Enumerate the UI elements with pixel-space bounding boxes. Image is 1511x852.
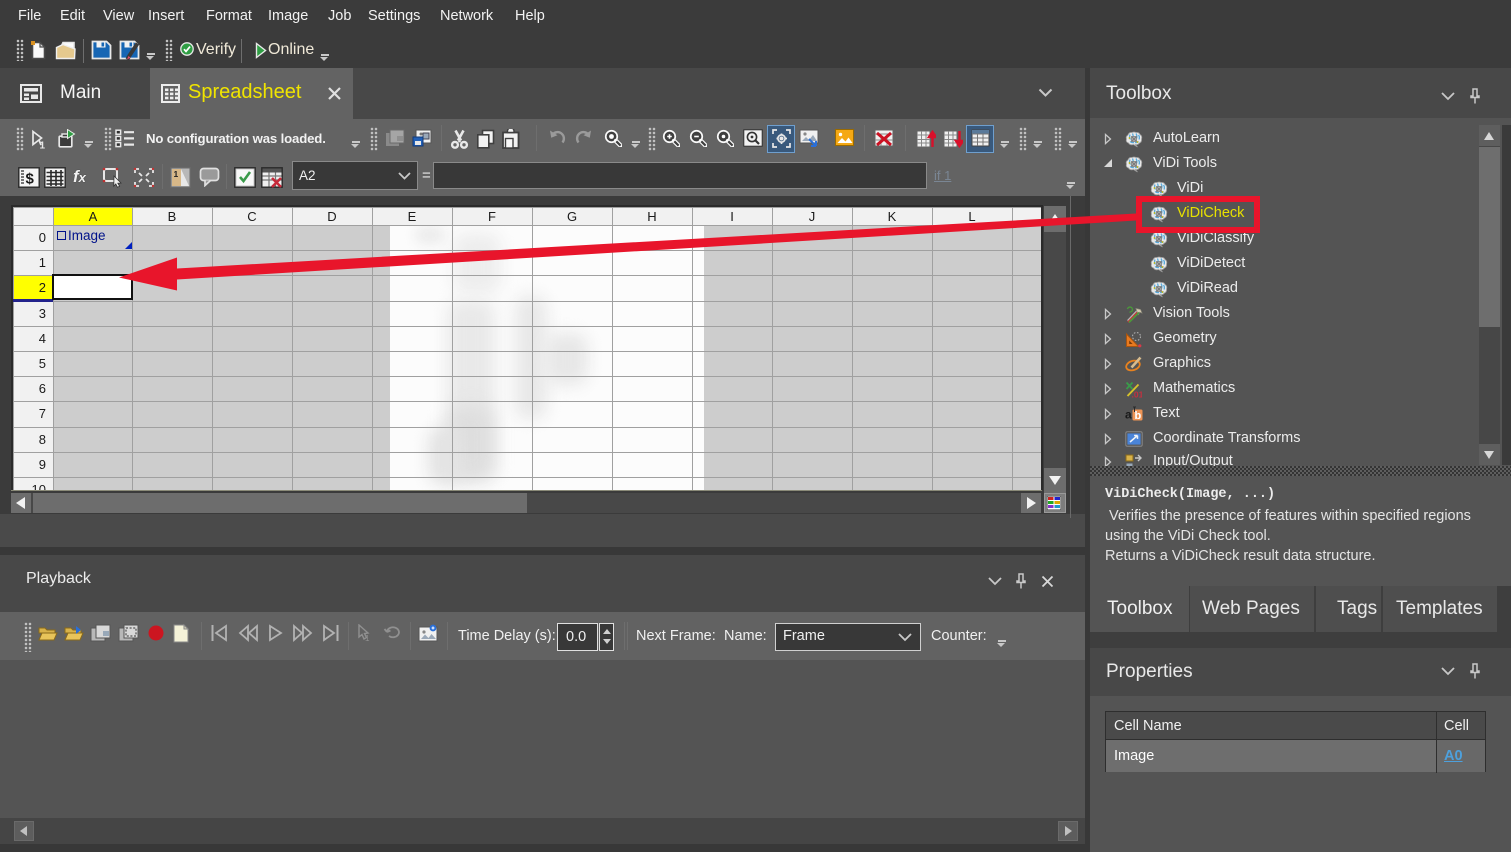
svg-text:1: 1 [174,169,179,179]
svg-text:1: 1 [40,141,46,150]
svg-text:a: a [1125,408,1132,422]
svg-text:.01: .01 [1132,390,1143,399]
svg-text:$: $ [26,171,35,188]
svg-text:1: 1 [365,634,370,642]
svg-text:b: b [1135,410,1142,422]
